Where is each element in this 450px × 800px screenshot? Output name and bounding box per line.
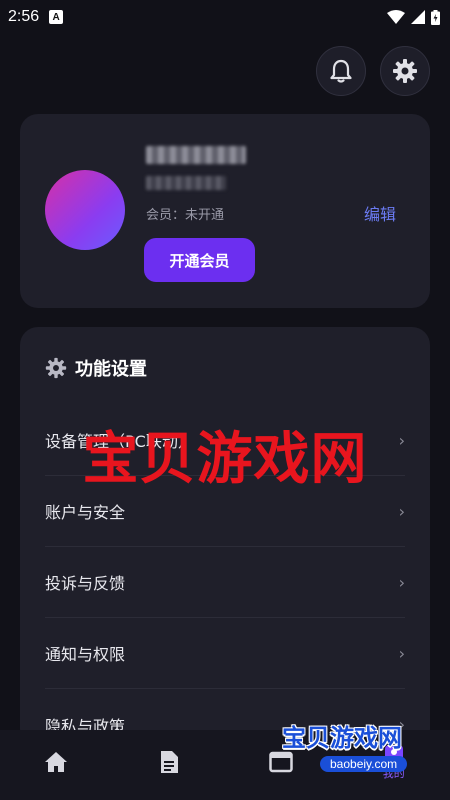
status-bar: 2:56 A <box>0 0 450 34</box>
menu-item-label: 账户与安全 <box>45 503 126 522</box>
battery-icon <box>431 9 440 25</box>
menu-item-notifications-permissions[interactable]: 通知与权限 › <box>45 618 405 689</box>
chevron-right-icon: › <box>398 572 405 592</box>
menu-item-label: 设备管理（PC联动） <box>45 432 194 451</box>
settings-card: 功能设置 设备管理（PC联动） › 账户与安全 › 投诉与反馈 › 通知与权限 … <box>20 327 430 747</box>
notifications-button[interactable] <box>316 46 366 96</box>
document-icon <box>160 751 178 773</box>
status-time: 2:56 <box>8 8 40 25</box>
notification-app-icon: A <box>49 10 64 24</box>
wifi-icon <box>387 10 405 24</box>
edit-profile-link[interactable]: 编辑 <box>364 201 396 225</box>
menu-item-device-management[interactable]: 设备管理（PC联动） › <box>45 405 405 476</box>
chevron-right-icon: › <box>398 501 405 521</box>
chevron-right-icon: › <box>398 643 405 663</box>
status-left: 2:56 A <box>8 8 64 26</box>
nav-item-documents[interactable] <box>139 737 199 787</box>
profile-card: 会员：未开通 编辑 开通会员 <box>20 114 430 308</box>
home-icon <box>45 752 68 772</box>
bottom-nav: 我的 <box>0 730 450 800</box>
settings-button[interactable] <box>380 46 430 96</box>
menu-item-feedback[interactable]: 投诉与反馈 › <box>45 547 405 618</box>
nav-item-profile[interactable]: 我的 <box>364 737 424 787</box>
signal-icon <box>411 10 425 24</box>
settings-menu: 设备管理（PC联动） › 账户与安全 › 投诉与反馈 › 通知与权限 › 隐私与… <box>45 405 405 760</box>
window-icon <box>269 751 293 773</box>
open-vip-button[interactable]: 开通会员 <box>144 238 255 282</box>
menu-item-account-security[interactable]: 账户与安全 › <box>45 476 405 547</box>
top-actions <box>316 46 430 96</box>
user-id-redacted <box>146 176 226 190</box>
profile-icon <box>384 745 403 761</box>
menu-item-label: 通知与权限 <box>45 645 126 664</box>
status-right <box>387 9 440 25</box>
nav-item-window[interactable] <box>251 737 311 787</box>
section-header: 功能设置 <box>45 355 147 381</box>
username-redacted <box>146 146 246 164</box>
nav-item-home[interactable] <box>26 737 86 787</box>
bell-icon <box>330 59 352 83</box>
nav-item-label: 我的 <box>382 767 405 780</box>
chevron-right-icon: › <box>398 430 405 450</box>
gear-icon <box>45 357 67 379</box>
menu-item-label: 投诉与反馈 <box>45 574 126 593</box>
section-title: 功能设置 <box>75 359 147 380</box>
gear-icon <box>393 59 417 83</box>
avatar[interactable] <box>45 170 125 250</box>
member-status: 会员：未开通 <box>146 208 225 223</box>
